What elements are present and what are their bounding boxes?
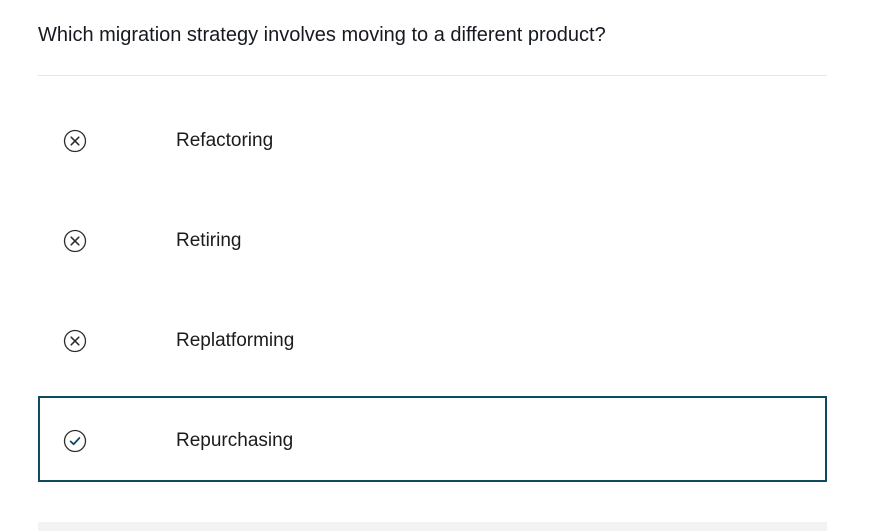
check-circle-icon (63, 429, 87, 453)
answer-option-retiring[interactable]: Retiring (38, 196, 827, 282)
next-section-band (38, 522, 827, 531)
answer-option-replatforming[interactable]: Replatforming (38, 296, 827, 382)
question-text: Which migration strategy involves moving… (38, 24, 606, 46)
x-circle-icon (63, 329, 87, 353)
answer-option-label: Refactoring (176, 130, 274, 151)
answer-option-label: Replatforming (176, 330, 295, 351)
answer-option-repurchasing[interactable]: Repurchasing (38, 396, 827, 482)
answer-option-label: Retiring (176, 230, 242, 251)
answer-option-refactoring[interactable]: Refactoring (38, 96, 827, 182)
question-divider (38, 75, 827, 76)
answer-option-label: Repurchasing (176, 430, 294, 451)
x-circle-icon (63, 229, 87, 253)
x-circle-icon (63, 129, 87, 153)
